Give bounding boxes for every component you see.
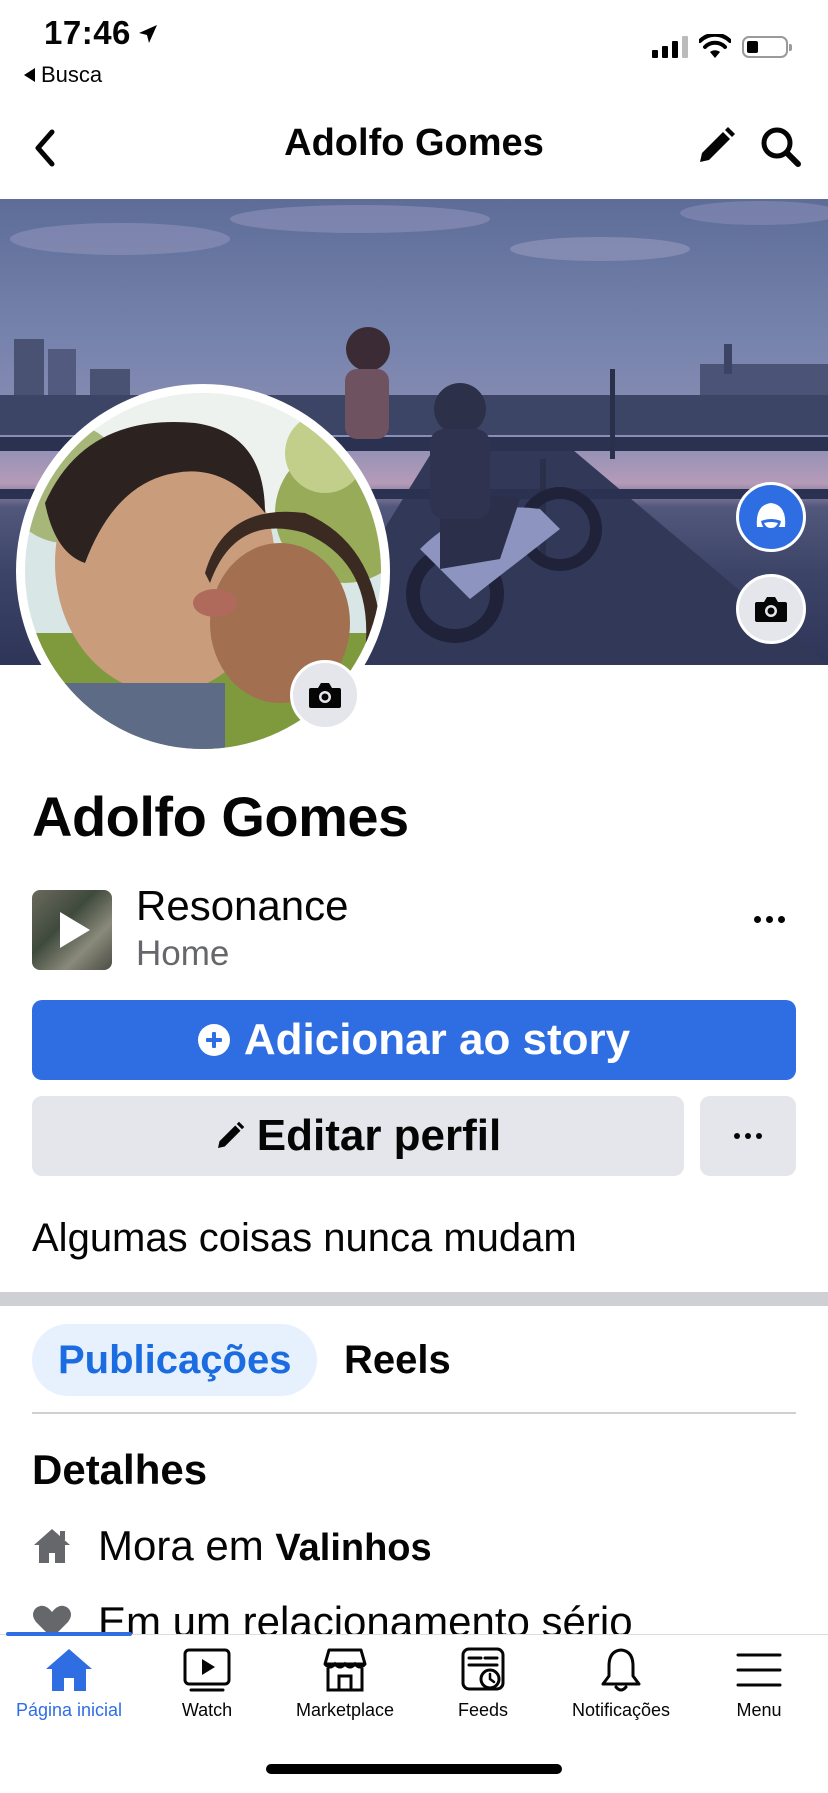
pencil-icon[interactable] bbox=[696, 126, 736, 166]
tab-menu-label: Menu bbox=[736, 1700, 782, 1720]
camera-icon bbox=[309, 683, 341, 708]
tab-home-label: Página inicial bbox=[15, 1700, 123, 1720]
avatar-button[interactable] bbox=[736, 482, 806, 552]
active-tab-indicator bbox=[6, 1632, 132, 1636]
home-icon bbox=[32, 1526, 72, 1566]
detail-lives-in: Mora em Valinhos bbox=[32, 1522, 432, 1570]
add-story-label: Adicionar ao story bbox=[243, 1015, 631, 1064]
tab-posts[interactable]: Publicações bbox=[32, 1324, 318, 1396]
music-more-icon[interactable] bbox=[754, 916, 785, 923]
tab-reels[interactable]: Reels bbox=[344, 1324, 451, 1396]
edit-profile-label: Editar perfil bbox=[256, 1111, 502, 1160]
details-heading: Detalhes bbox=[32, 1446, 208, 1493]
tab-menu[interactable]: Menu bbox=[690, 1646, 828, 1721]
menu-icon bbox=[736, 1653, 782, 1687]
search-icon[interactable] bbox=[760, 126, 802, 168]
tab-marketplace[interactable]: Marketplace bbox=[276, 1646, 414, 1721]
location-arrow-icon bbox=[139, 25, 157, 43]
tab-feeds-label: Feeds bbox=[457, 1700, 509, 1720]
status-time: 17:46 bbox=[44, 14, 131, 51]
watch-icon bbox=[183, 1648, 231, 1692]
profile-name: Adolfo Gomes bbox=[32, 785, 409, 848]
avatar-face-icon bbox=[756, 503, 786, 531]
tab-marketplace-label: Marketplace bbox=[295, 1700, 395, 1720]
lives-in-city[interactable]: Valinhos bbox=[275, 1527, 431, 1569]
lives-in-prefix: Mora em bbox=[98, 1522, 264, 1569]
tab-home[interactable]: Página inicial bbox=[0, 1646, 138, 1721]
profile-bio: Algumas coisas nunca mudam bbox=[32, 1216, 577, 1260]
cover-camera-button[interactable] bbox=[736, 574, 806, 644]
cellular-signal-icon bbox=[652, 36, 688, 58]
music-thumbnail[interactable] bbox=[32, 890, 112, 970]
profile-camera-button[interactable] bbox=[290, 660, 360, 730]
back-triangle-icon bbox=[24, 68, 35, 82]
more-icon bbox=[734, 1133, 762, 1139]
plus-circle-icon bbox=[197, 1024, 230, 1056]
tab-feeds[interactable]: Feeds bbox=[414, 1646, 552, 1721]
tabs-divider bbox=[32, 1412, 796, 1414]
battery-icon bbox=[742, 36, 792, 58]
home-icon bbox=[46, 1649, 92, 1691]
edit-profile-button[interactable]: Editar perfil bbox=[32, 1096, 684, 1176]
back-app-label: Busca bbox=[41, 62, 103, 87]
more-options-button[interactable] bbox=[700, 1096, 796, 1176]
wifi-icon bbox=[699, 34, 731, 58]
back-to-app-link[interactable]: Busca bbox=[24, 62, 102, 88]
tab-notifications-label: Notificações bbox=[571, 1700, 671, 1720]
camera-icon bbox=[755, 597, 787, 622]
section-divider bbox=[0, 1292, 828, 1306]
music-artist: Home bbox=[136, 934, 230, 973]
marketplace-icon bbox=[323, 1648, 367, 1692]
pencil-icon bbox=[217, 1121, 244, 1148]
home-indicator bbox=[266, 1764, 562, 1774]
tab-watch-label: Watch bbox=[181, 1700, 233, 1720]
bell-icon bbox=[601, 1648, 641, 1692]
feeds-icon bbox=[461, 1647, 505, 1691]
play-icon bbox=[60, 912, 90, 948]
tab-watch[interactable]: Watch bbox=[138, 1646, 276, 1721]
tab-notifications[interactable]: Notificações bbox=[552, 1646, 690, 1721]
music-title[interactable]: Resonance bbox=[136, 882, 348, 930]
add-story-button[interactable]: Adicionar ao story bbox=[32, 1000, 796, 1080]
